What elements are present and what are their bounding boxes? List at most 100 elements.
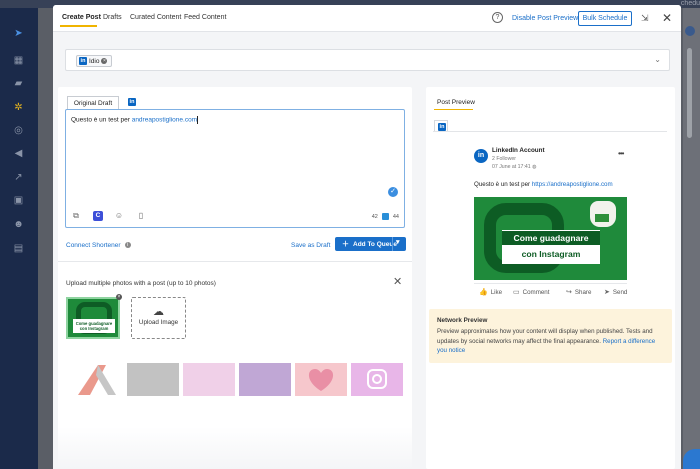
thumbnail-caption: Come guadagnare con Instagram [73,319,115,333]
uploaded-image-thumbnail[interactable]: Come guadagnare con Instagram [66,297,120,339]
post-editor[interactable]: Questo è un test per andreapostiglione.c… [65,109,405,228]
character-counters: 42 44 [372,213,399,220]
logo-a-shape [78,365,116,395]
preview-text-url[interactable]: https://andreapostiglione.com [532,181,613,188]
save-as-draft-button[interactable]: Save as Draft [291,242,330,249]
follower-count: 2 Follower [492,156,516,162]
share-icon: ↪ [566,289,572,296]
app-sidebar: ➤ ▦ ▰ ✲ ◎ ◀ ↗ ▣ ☻ ▤ [0,8,38,469]
profile-selector[interactable]: in Idio × ⌄ [65,49,670,71]
preview-actions-divider [474,283,627,284]
panel-bottom [58,427,412,469]
dashboard-icon[interactable]: ▦ [13,55,24,66]
disable-post-previews-link[interactable]: Disable Post Previews [512,15,582,22]
help-fab[interactable] [683,449,700,469]
tab-feed-content[interactable]: Feed Content [184,14,226,21]
thumbs-up-icon: 👍 [479,289,488,296]
instagram-logo-shape [367,369,387,389]
like-action: 👍 Like [479,288,503,297]
remove-profile-icon[interactable]: × [101,58,108,64]
emoji-icon[interactable]: ☺ [114,211,124,221]
create-post-modal: Create Post Drafts Curated Content Feed … [53,5,681,469]
target-icon[interactable]: ◎ [13,125,24,136]
like-label: Like [490,288,503,296]
linkedin-icon: in [438,123,446,131]
reports-icon[interactable]: ▤ [13,243,24,254]
post-text-url[interactable]: andreapostiglione.com [132,117,197,124]
account-name: LinkedIn Account [492,147,545,154]
megaphone-icon[interactable]: ◀ [13,148,24,159]
preview-title-underline [434,109,473,110]
composer-panel: Original Draft in Questo è un test per a… [58,87,412,469]
close-upload-icon[interactable]: ✕ [393,275,402,288]
connect-shortener-link[interactable]: Connect Shortener i [66,242,131,249]
post-preview-title: Post Preview [437,99,475,106]
twitter-icon [381,213,389,220]
preview-text-prefix: Questo è un test per [474,181,532,188]
hub-icon[interactable]: ✲ [13,102,24,113]
globe-icon: ◍ [532,164,537,170]
check-icon[interactable]: ✓ [388,187,398,197]
connect-shortener-label: Connect Shortener [66,242,121,249]
post-text[interactable]: Questo è un test per andreapostiglione.c… [71,116,199,124]
money-bill-shape [595,214,609,222]
library-image-1[interactable] [72,363,124,396]
send-icon: ➤ [604,289,610,296]
library-image-6[interactable] [351,363,403,396]
remove-image-icon[interactable]: × [116,294,122,300]
upload-image-button[interactable]: ☁ Upload Image [131,297,186,339]
comment-label: Comment [522,288,550,296]
add-to-queue-button[interactable]: ＋ Add To Queue ▾ [335,237,406,251]
divider [58,261,412,262]
info-icon[interactable]: i [124,242,131,249]
upload-image-label: Upload Image [138,319,179,326]
bulk-schedule-button[interactable]: Bulk Schedule [578,11,632,26]
canva-icon[interactable]: C [93,211,103,221]
close-icon[interactable]: ✕ [662,11,672,25]
share-action: ↪ Share [566,288,591,297]
comment-icon: ▭ [513,289,520,296]
linkedin-icon: in [128,98,136,106]
active-tab-underline [60,25,97,27]
library-image-5[interactable] [295,363,347,396]
linkedin-char-count: 42 [371,213,378,220]
more-options-icon[interactable]: ••• [618,149,624,158]
library-image-3[interactable] [183,363,235,396]
chevron-down-icon[interactable]: ⌄ [654,55,661,64]
tab-curated-content[interactable]: Curated Content [130,14,181,21]
tab-original-draft[interactable]: Original Draft [67,96,119,110]
send-icon[interactable]: ➤ [13,28,24,39]
profile-chip[interactable]: in Idio × [76,55,113,67]
post-preview-panel: Post Preview in in LinkedIn Account 2 Fo… [426,87,675,469]
post-timestamp: 07 June at 17:41 ◍ [492,164,537,170]
analytics-icon[interactable]: ↗ [13,172,24,183]
chat-icon[interactable]: ▰ [13,78,24,89]
profile-chip-label: Idio [89,57,100,65]
library-image-4[interactable] [239,363,291,396]
library-image-2[interactable] [127,363,179,396]
linkedin-icon: in [79,57,87,65]
document-icon[interactable]: ▯ [136,211,146,221]
post-timestamp-text: 07 June at 17:41 [492,164,531,170]
button-divider [392,237,393,251]
image-caption-line2: con Instagram [521,249,581,259]
send-label: Send [612,288,628,296]
heart-shape [308,369,334,391]
help-icon[interactable]: ? [492,12,503,23]
preview-tab-divider [433,131,667,132]
settings-icon[interactable] [685,26,695,36]
team-icon[interactable]: ☻ [13,219,24,230]
minimize-icon[interactable]: ⇲ [641,13,649,24]
tab-create-post[interactable]: Create Post [62,14,101,21]
cloud-upload-icon: ☁ [153,306,164,318]
network-preview-body: Preview approximates how your content wi… [437,327,662,356]
tab-linkedin-variant[interactable]: in [128,98,136,106]
media-library-icon[interactable]: ⧉ [71,211,81,221]
app-right-rail [683,8,700,469]
preview-post-text: Questo è un test per https://andreaposti… [474,181,613,188]
tab-drafts[interactable]: Drafts [103,14,122,21]
chevron-down-icon[interactable]: ▾ [396,238,400,246]
inbox-icon[interactable]: ▣ [13,195,24,206]
scrollbar[interactable] [687,48,692,138]
send-action: ➤ Send [604,288,628,297]
